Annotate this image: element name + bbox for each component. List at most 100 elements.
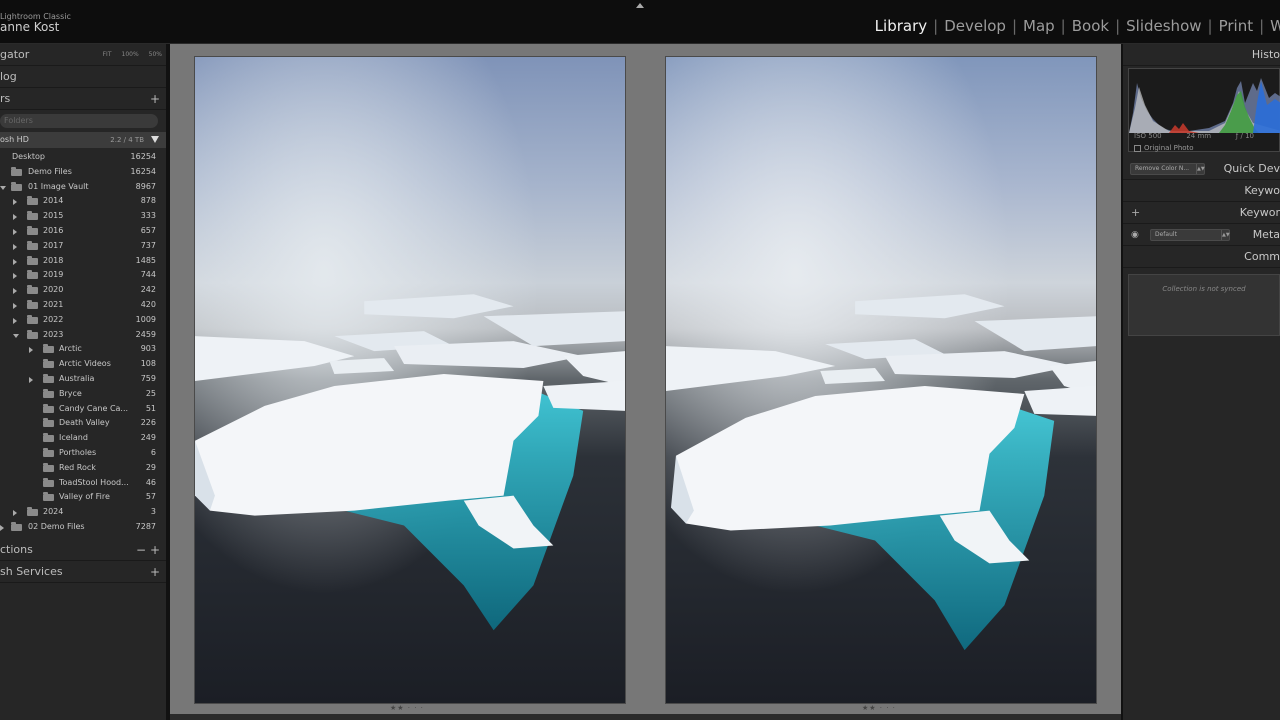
add-keyword-plus-icon[interactable]: + — [1131, 202, 1140, 224]
disclosure-closed-icon[interactable] — [29, 376, 33, 383]
folder-row[interactable]: 2014 878 — [0, 194, 166, 209]
folder-row[interactable]: Death Valley 226 — [0, 416, 166, 431]
comments-panel-header[interactable]: Comm — [1123, 246, 1280, 268]
collapse-top-panel-arrow-icon[interactable] — [636, 3, 644, 8]
eye-icon[interactable]: ◉ — [1131, 224, 1139, 246]
disclosure-closed-icon[interactable] — [13, 228, 17, 235]
folder-row[interactable]: Desktop 16254 — [0, 150, 166, 165]
navigator-panel-header[interactable]: gator FIT 100% 50% — [0, 44, 166, 66]
folder-icon — [27, 211, 38, 221]
folder-row[interactable]: Candy Cane Ca... 51 — [0, 402, 166, 417]
folder-row[interactable]: 2023 2459 — [0, 328, 166, 343]
folder-row[interactable]: 2015 333 — [0, 209, 166, 224]
folders-panel-title: rs — [0, 92, 11, 105]
disclosure-closed-icon[interactable] — [13, 214, 17, 221]
module-book[interactable]: Book — [1069, 17, 1112, 35]
folder-count: 51 — [145, 403, 156, 413]
disclosure-closed-icon[interactable] — [13, 288, 17, 295]
folder-icon — [43, 344, 54, 354]
folder-row[interactable]: Portholes 6 — [0, 446, 166, 461]
folder-row[interactable]: 2020 242 — [0, 283, 166, 298]
photo-select-left[interactable] — [194, 56, 626, 704]
publish-services-plus-icon[interactable]: + — [150, 561, 160, 583]
folder-row[interactable]: 2022 1009 — [0, 313, 166, 328]
volume-bar[interactable]: osh HD 2.2 / 4 TB — [0, 132, 166, 148]
folder-name: Bryce — [59, 388, 82, 398]
folder-row[interactable]: Red Rock 29 — [0, 461, 166, 476]
folder-row[interactable]: Valley of Fire 57 — [0, 490, 166, 505]
folder-row[interactable]: ToadStool Hood... 46 — [0, 476, 166, 491]
folder-count: 903 — [140, 344, 156, 354]
folder-row[interactable]: Arctic 903 — [0, 342, 166, 357]
zoom-option-100[interactable]: 100% — [122, 44, 139, 66]
folder-row[interactable]: 2017 737 — [0, 239, 166, 254]
catalog-panel-header[interactable]: log — [0, 66, 166, 88]
collections-panel-header[interactable]: ctions − + — [0, 539, 166, 561]
lightroom-window: Lightroom Classic anne Kost Library | Deve… — [0, 0, 1280, 720]
metadata-panel-header[interactable]: ◉ Default ▲▼ Meta — [1123, 224, 1280, 246]
folders-panel-header[interactable]: rs + — [0, 88, 166, 110]
folder-row[interactable]: Bryce 25 — [0, 387, 166, 402]
folder-count: 657 — [140, 225, 156, 235]
disclosure-closed-icon[interactable] — [13, 302, 17, 309]
original-photo-checkbox[interactable]: Original Photo — [1134, 144, 1194, 152]
disclosure-closed-icon[interactable] — [13, 317, 17, 324]
disclosure-closed-icon[interactable] — [13, 258, 17, 265]
module-w[interactable]: W — [1267, 17, 1280, 35]
folder-row[interactable]: 2024 3 — [0, 505, 166, 520]
collections-plus-icon[interactable]: + — [150, 539, 160, 561]
navigator-zoom-options: FIT 100% 50% — [103, 44, 162, 66]
aperture-value: ƒ / 10 — [1235, 132, 1254, 140]
rating-stars-right[interactable]: ★★ · · · — [862, 704, 896, 712]
folder-name: 2022 — [43, 314, 64, 324]
collections-minus-icon[interactable]: − — [136, 539, 146, 561]
histogram-panel-header[interactable]: Histo — [1123, 44, 1280, 66]
folder-icon — [27, 285, 38, 295]
module-separator: | — [1115, 17, 1121, 35]
folder-icon — [43, 433, 54, 443]
photo-candidate-right[interactable] — [665, 56, 1097, 704]
quick-develop-panel-header[interactable]: Remove Color N... ▲▼ Quick Dev — [1123, 158, 1280, 180]
disclosure-closed-icon[interactable] — [0, 524, 4, 531]
volume-collapse-icon[interactable] — [151, 136, 159, 143]
keywording-panel-header[interactable]: Keywo — [1123, 180, 1280, 202]
folder-row[interactable]: 01 Image Vault 8967 — [0, 180, 166, 195]
disclosure-closed-icon[interactable] — [13, 199, 17, 206]
disclosure-closed-icon[interactable] — [29, 347, 33, 354]
folder-name: 2020 — [43, 285, 64, 295]
folder-row[interactable]: 2019 744 — [0, 268, 166, 283]
disclosure-closed-icon[interactable] — [13, 273, 17, 280]
publish-services-panel-header[interactable]: sh Services + — [0, 561, 166, 583]
saved-preset-select[interactable]: Remove Color N... ▲▼ — [1130, 163, 1205, 175]
folder-search-input[interactable]: Folders — [0, 114, 158, 128]
folder-icon — [27, 507, 38, 517]
zoom-option-fit[interactable]: FIT — [103, 44, 112, 66]
folder-count: 333 — [140, 211, 156, 221]
disclosure-open-icon[interactable] — [0, 185, 6, 190]
metadata-preset-select[interactable]: Default ▲▼ — [1150, 229, 1230, 241]
folder-row[interactable]: Demo Files 16254 — [0, 165, 166, 180]
disclosure-closed-icon[interactable] — [13, 510, 17, 517]
module-slideshow[interactable]: Slideshow — [1123, 17, 1204, 35]
disclosure-open-icon[interactable] — [13, 333, 19, 338]
module-develop[interactable]: Develop — [941, 17, 1009, 35]
rating-stars-left[interactable]: ★★ · · · — [390, 704, 424, 712]
zoom-option-50[interactable]: 50% — [149, 44, 162, 66]
folder-row[interactable]: 2018 1485 — [0, 254, 166, 269]
checkbox-icon — [1134, 144, 1141, 152]
folder-row[interactable]: 02 Demo Files 7287 — [0, 520, 166, 535]
folder-row[interactable]: Australia 759 — [0, 372, 166, 387]
disclosure-closed-icon[interactable] — [13, 243, 17, 250]
folder-row[interactable]: Arctic Videos 108 — [0, 357, 166, 372]
folder-row[interactable]: Iceland 249 — [0, 431, 166, 446]
module-print[interactable]: Print — [1216, 17, 1257, 35]
module-map[interactable]: Map — [1020, 17, 1058, 35]
add-folder-plus-icon[interactable]: + — [150, 88, 160, 110]
folder-count: 242 — [140, 285, 156, 295]
iceberg-photo-right — [666, 57, 1096, 703]
keyword-list-panel-header[interactable]: + Keywor — [1123, 202, 1280, 224]
module-library[interactable]: Library — [872, 17, 930, 35]
folder-row[interactable]: 2016 657 — [0, 224, 166, 239]
folder-row[interactable]: 2021 420 — [0, 298, 166, 313]
folder-count: 759 — [140, 373, 156, 383]
